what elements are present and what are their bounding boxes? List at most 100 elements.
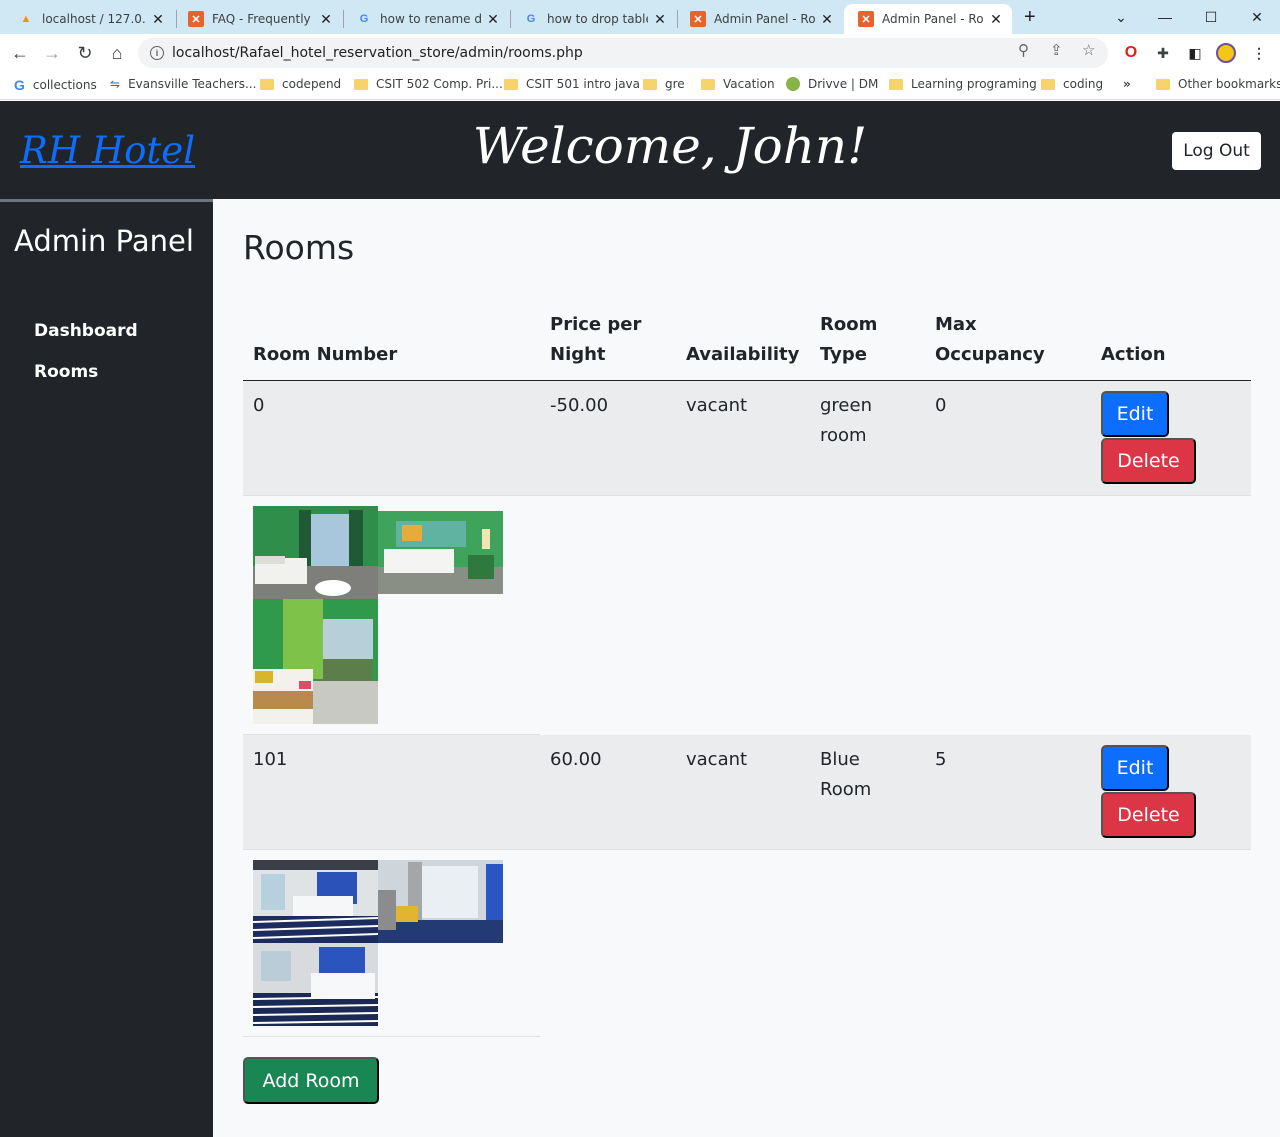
bookmark-item[interactable]: Gcollections — [14, 77, 97, 93]
bookmark-item[interactable]: CSIT 502 Comp. Pri... — [354, 77, 503, 91]
row-divider — [243, 1036, 540, 1037]
minimize-icon[interactable]: — — [1142, 0, 1188, 34]
extensions-icon[interactable]: ✚ — [1153, 43, 1173, 63]
maximize-icon[interactable]: ☐ — [1188, 0, 1234, 34]
xampp-icon: ✕ — [858, 11, 874, 27]
sidebar-item-rooms[interactable]: Rooms — [34, 362, 98, 382]
folder-icon — [260, 78, 274, 90]
bookmark-item[interactable]: Learning programing — [889, 77, 1037, 91]
browser-tab[interactable]: G how to rename database ✕ — [342, 4, 509, 34]
side-panel-icon[interactable]: ◧ — [1185, 43, 1205, 63]
browser-tab[interactable]: ✕ Admin Panel - Rooms ✕ — [676, 4, 843, 34]
room-photo-image — [253, 506, 378, 599]
bookmark-label: CSIT 501 intro java — [526, 77, 641, 91]
menu-icon[interactable]: ⋮ — [1249, 43, 1269, 63]
room-photo-image — [378, 860, 503, 943]
close-icon[interactable]: ✕ — [988, 11, 1004, 28]
bookmark-item[interactable]: coding — [1041, 77, 1103, 91]
zoom-icon[interactable]: ⚲ — [1018, 41, 1029, 59]
back-icon[interactable]: ← — [8, 42, 32, 64]
cell-max-occupancy: 0 — [935, 395, 947, 416]
bookmark-item[interactable]: Vacation — [701, 77, 775, 91]
forward-icon[interactable]: → — [40, 42, 64, 64]
avatar[interactable] — [1216, 43, 1236, 63]
folder-icon — [354, 78, 368, 90]
room-photo — [378, 860, 503, 943]
room-photo — [378, 511, 503, 594]
browser-tab[interactable]: ▲ localhost / 127.0.0.1 ✕ — [4, 4, 174, 34]
sidebar-title: Admin Panel — [14, 224, 194, 258]
logout-button[interactable]: Log Out — [1172, 132, 1261, 170]
close-icon[interactable]: ✕ — [652, 11, 668, 28]
page-title: Rooms — [243, 228, 355, 267]
browser-tab[interactable]: ✕ FAQ - Frequently Asked ✕ — [174, 4, 342, 34]
browser-tab-strip: ▲ localhost / 127.0.0.1 ✕ ✕ FAQ - Freque… — [0, 0, 1280, 34]
google-icon: G — [14, 77, 25, 93]
bookmark-item[interactable]: CSIT 501 intro java — [504, 77, 640, 91]
xampp-icon: ✕ — [690, 11, 706, 27]
bookmark-item[interactable]: codepend — [260, 77, 341, 91]
column-header-room-number: Room Number — [253, 344, 398, 365]
cell-room-type: Blue Room — [820, 749, 872, 800]
more-bookmarks-button[interactable]: » — [1123, 77, 1131, 91]
bookmark-item[interactable]: Drivve | DM — [786, 77, 878, 91]
bookmark-item[interactable]: ⇋ Evansville Teachers... — [110, 77, 257, 91]
reload-icon[interactable]: ↻ — [73, 42, 97, 64]
bookmark-label: CSIT 502 Comp. Pri... — [376, 77, 503, 91]
url-text: localhost/Rafael_hotel_reservation_store… — [172, 45, 583, 61]
close-icon[interactable]: ✕ — [819, 11, 835, 28]
evansville-icon: ⇋ — [110, 77, 121, 91]
room-photo-image — [253, 599, 378, 724]
cell-room-number: 0 — [253, 395, 265, 416]
tab-label: how to rename database — [380, 12, 481, 26]
delete-room-button[interactable]: Delete — [1101, 792, 1196, 838]
new-tab-icon[interactable]: + — [1024, 6, 1036, 29]
column-header-max-occupancy: Max Occupancy — [935, 314, 1045, 365]
opera-extension-icon[interactable]: O — [1121, 43, 1141, 63]
add-room-button[interactable]: Add Room — [243, 1057, 379, 1104]
cell-max-occupancy: 5 — [935, 749, 947, 770]
welcome-heading: Welcome, John! — [472, 117, 868, 175]
share-icon[interactable]: ⇪ — [1050, 41, 1063, 59]
folder-icon — [1041, 78, 1055, 90]
room-photo — [253, 599, 378, 724]
bookmark-label: Other bookmarks — [1178, 77, 1280, 91]
sidebar-item-dashboard[interactable]: Dashboard — [34, 321, 138, 341]
delete-room-button[interactable]: Delete — [1101, 438, 1196, 484]
bookmark-star-icon[interactable]: ☆ — [1082, 41, 1095, 59]
address-bar[interactable]: i localhost/Rafael_hotel_reservation_sto… — [138, 38, 1108, 68]
tab-label: Admin Panel - Rooms — [714, 12, 815, 26]
bookmark-label: Evansville Teachers... — [128, 77, 257, 91]
folder-icon — [643, 78, 657, 90]
drivve-icon — [786, 77, 800, 91]
google-icon: G — [359, 13, 369, 25]
bookmark-label: codepend — [282, 77, 342, 91]
edit-room-button[interactable]: Edit — [1101, 391, 1169, 437]
browser-tab-active[interactable]: ✕ Admin Panel - Rooms ✕ — [844, 4, 1012, 34]
edit-room-button[interactable]: Edit — [1101, 745, 1169, 791]
chevron-down-icon[interactable]: ⌄ — [1098, 0, 1144, 34]
browser-tab[interactable]: G how to drop table in ✕ — [509, 4, 676, 34]
folder-icon — [701, 78, 715, 90]
folder-icon — [1156, 78, 1170, 90]
tab-label: FAQ - Frequently Asked — [212, 12, 314, 26]
bookmark-item[interactable]: Other bookmarks — [1156, 77, 1280, 91]
admin-sidebar: Admin Panel Dashboard Rooms — [0, 199, 213, 1137]
cell-price: -50.00 — [550, 395, 609, 416]
bookmark-label: Learning programing — [911, 77, 1037, 91]
folder-icon — [504, 78, 518, 90]
room-photo-image — [253, 860, 378, 943]
close-icon[interactable]: ✕ — [150, 11, 166, 28]
bookmark-label: coding — [1063, 77, 1104, 91]
cell-room-number: 101 — [253, 749, 288, 770]
home-icon[interactable]: ⌂ — [105, 42, 129, 64]
tab-label: how to drop table in — [547, 12, 648, 26]
close-icon[interactable]: ✕ — [485, 11, 501, 28]
room-photo — [253, 506, 378, 599]
browser-toolbar: ← → ↻ ⌂ i localhost/Rafael_hotel_reserva… — [0, 34, 1280, 72]
site-info-icon[interactable]: i — [150, 46, 164, 60]
close-icon[interactable]: ✕ — [318, 11, 334, 28]
close-window-icon[interactable]: ✕ — [1234, 0, 1280, 34]
bookmark-label: Drivve | DM — [808, 77, 879, 91]
bookmark-item[interactable]: gre — [643, 77, 685, 91]
